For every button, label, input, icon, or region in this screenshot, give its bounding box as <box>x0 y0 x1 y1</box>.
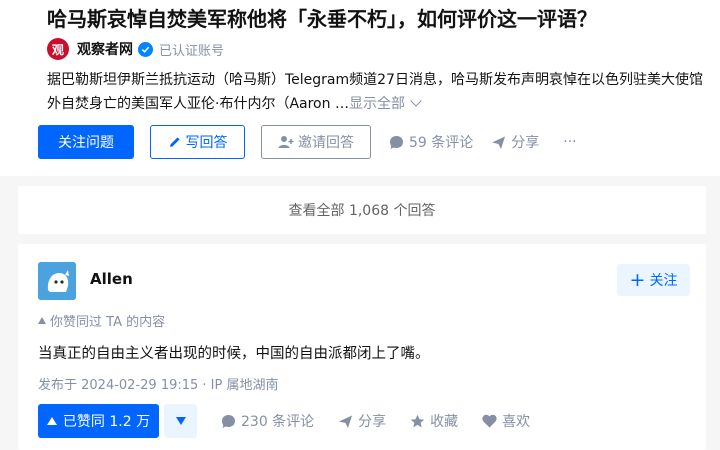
write-answer-label: 写回答 <box>185 135 228 151</box>
answer-comments-label: 230 条评论 <box>241 414 315 430</box>
like-button[interactable]: 喜欢 <box>482 411 530 431</box>
answer-content[interactable]: 当真正的自由主义者出现的时候，中国的自由派都闭上了嘴。 <box>38 342 430 363</box>
more-icon: ··· <box>563 134 577 150</box>
comment-icon <box>222 414 235 428</box>
question-actions: 关注问题 写回答 邀请回答 59 条评论 分享 ··· <box>38 125 577 159</box>
star-icon <box>410 414 425 427</box>
question-share-label: 分享 <box>511 135 540 151</box>
share-icon <box>492 136 506 149</box>
vote-up-button[interactable]: 已赞同 1.2 万 <box>38 404 159 438</box>
question-share-button[interactable]: 分享 <box>491 132 539 152</box>
answer-author-avatar[interactable] <box>38 262 76 300</box>
verified-label: 已认证账号 <box>159 43 225 59</box>
follow-question-button[interactable]: 关注问题 <box>38 125 134 159</box>
view-all-answers-button[interactable]: 查看全部 1,068 个回答 <box>18 186 706 234</box>
invite-answer-button[interactable]: 邀请回答 <box>261 125 371 159</box>
question-card: 哈马斯哀悼自焚美军称他将「永垂不朽」，如何评价这一评语？ 观 观察者网 已认证账… <box>0 0 720 176</box>
heart-icon <box>482 414 497 428</box>
question-comments-button[interactable]: 59 条评论 <box>389 132 473 152</box>
show-all-label: 显示全部 <box>348 96 405 112</box>
collect-label: 收藏 <box>430 414 459 430</box>
chevron-down-icon <box>410 95 422 107</box>
write-answer-button[interactable]: 写回答 <box>150 125 245 159</box>
answer-comments-button[interactable]: 230 条评论 <box>221 411 314 431</box>
answer-meta[interactable]: 发布于 2024-02-29 19:15 · IP 属地湖南 <box>38 374 278 393</box>
more-button[interactable]: ··· <box>563 134 576 150</box>
question-title[interactable]: 哈马斯哀悼自焚美军称他将「永垂不朽」，如何评价这一评语？ <box>47 4 717 34</box>
answer-share-button[interactable]: 分享 <box>338 411 386 431</box>
downvote-arrow-icon <box>175 417 186 425</box>
answer-author-name[interactable]: Allen <box>90 270 133 288</box>
collect-button[interactable]: 收藏 <box>410 411 458 431</box>
plus-icon: + <box>629 268 646 291</box>
answer-card: Allen + 关注 你赞同过 TA 的内容 当真正的自由主义者出现的时候，中国… <box>18 244 706 450</box>
upvote-icon <box>38 317 46 324</box>
verified-icon <box>138 41 153 57</box>
upvote-arrow-icon <box>46 417 57 425</box>
question-excerpt[interactable]: 据巴勒斯坦伊斯兰抵抗运动（哈马斯）Telegram频道27日消息，哈马斯发布声明… <box>47 68 715 116</box>
follow-author-label: 关注 <box>649 273 678 289</box>
answer-share-label: 分享 <box>358 414 387 430</box>
question-comments-label: 59 条评论 <box>409 135 474 151</box>
edit-icon <box>169 137 180 147</box>
question-author: 观 观察者网 已认证账号 <box>47 36 224 62</box>
show-all-link[interactable]: 显示全部 <box>348 95 422 112</box>
follow-author-button[interactable]: + 关注 <box>617 264 690 296</box>
add-person-icon <box>278 136 294 148</box>
answer-actions: 已赞同 1.2 万 230 条评论 分享 收藏 喜欢 <box>38 404 530 438</box>
like-label: 喜欢 <box>502 414 531 430</box>
agree-hint-text: 你赞同过 TA 的内容 <box>50 315 166 330</box>
author-avatar[interactable]: 观 <box>47 38 69 60</box>
invite-answer-label: 邀请回答 <box>298 135 354 151</box>
share-icon <box>339 415 353 428</box>
agree-hint: 你赞同过 TA 的内容 <box>38 311 165 330</box>
author-name[interactable]: 观察者网 <box>77 39 133 59</box>
vote-down-button[interactable] <box>164 404 197 438</box>
comment-icon <box>390 135 403 149</box>
vote-up-label: 已赞同 1.2 万 <box>62 414 151 430</box>
